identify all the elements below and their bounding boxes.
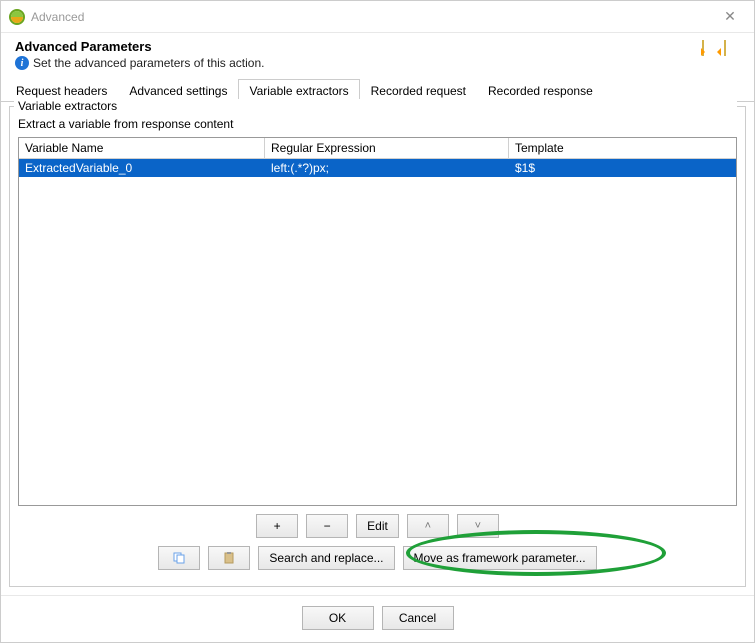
group-description: Extract a variable from response content — [18, 117, 737, 131]
extractors-table: Variable Name Regular Expression Templat… — [18, 137, 737, 506]
chevron-down-icon — [475, 520, 481, 532]
search-replace-button[interactable]: Search and replace... — [258, 546, 394, 570]
cell-name: ExtractedVariable_0 — [19, 159, 265, 177]
info-icon: i — [15, 56, 29, 70]
export-icon[interactable] — [702, 41, 718, 59]
move-framework-button[interactable]: Move as framework parameter... — [403, 546, 597, 570]
col-header-template[interactable]: Template — [509, 138, 736, 158]
move-up-button[interactable] — [407, 514, 449, 538]
table-row[interactable]: ExtractedVariable_0 left:(.*?)px; $1$ — [19, 159, 736, 177]
page-title: Advanced Parameters — [15, 39, 702, 54]
group-title: Variable extractors — [14, 99, 737, 113]
import-icon[interactable] — [724, 41, 740, 59]
titlebar: Advanced ✕ — [1, 1, 754, 33]
toolbar-edit: + − Edit — [18, 506, 737, 544]
add-button[interactable]: + — [256, 514, 298, 538]
copy-button[interactable] — [158, 546, 200, 570]
toolbar-actions: Search and replace... Move as framework … — [18, 544, 737, 578]
dialog-advanced: Advanced ✕ Advanced Parameters i Set the… — [0, 0, 755, 643]
window-title: Advanced — [31, 10, 710, 24]
page-subtitle: i Set the advanced parameters of this ac… — [15, 56, 702, 70]
paste-button[interactable] — [208, 546, 250, 570]
subtitle-text: Set the advanced parameters of this acti… — [33, 56, 264, 70]
close-button[interactable]: ✕ — [710, 8, 750, 25]
chevron-up-icon — [425, 520, 431, 532]
remove-button[interactable]: − — [306, 514, 348, 538]
group-variable-extractors: Variable extractors Extract a variable f… — [9, 106, 746, 587]
app-icon — [9, 9, 25, 25]
ok-button[interactable]: OK — [302, 606, 374, 630]
cell-regex: left:(.*?)px; — [265, 159, 509, 177]
dialog-footer: OK Cancel — [1, 595, 754, 642]
cell-template: $1$ — [509, 159, 736, 177]
cancel-button[interactable]: Cancel — [382, 606, 454, 630]
content-area: Variable extractors Extract a variable f… — [1, 102, 754, 595]
edit-button[interactable]: Edit — [356, 514, 399, 538]
header: Advanced Parameters i Set the advanced p… — [1, 33, 754, 78]
col-header-name[interactable]: Variable Name — [19, 138, 265, 158]
move-down-button[interactable] — [457, 514, 499, 538]
table-body: ExtractedVariable_0 left:(.*?)px; $1$ — [19, 159, 736, 505]
table-header: Variable Name Regular Expression Templat… — [19, 138, 736, 159]
copy-icon — [172, 551, 186, 565]
col-header-regex[interactable]: Regular Expression — [265, 138, 509, 158]
paste-icon — [222, 551, 236, 565]
